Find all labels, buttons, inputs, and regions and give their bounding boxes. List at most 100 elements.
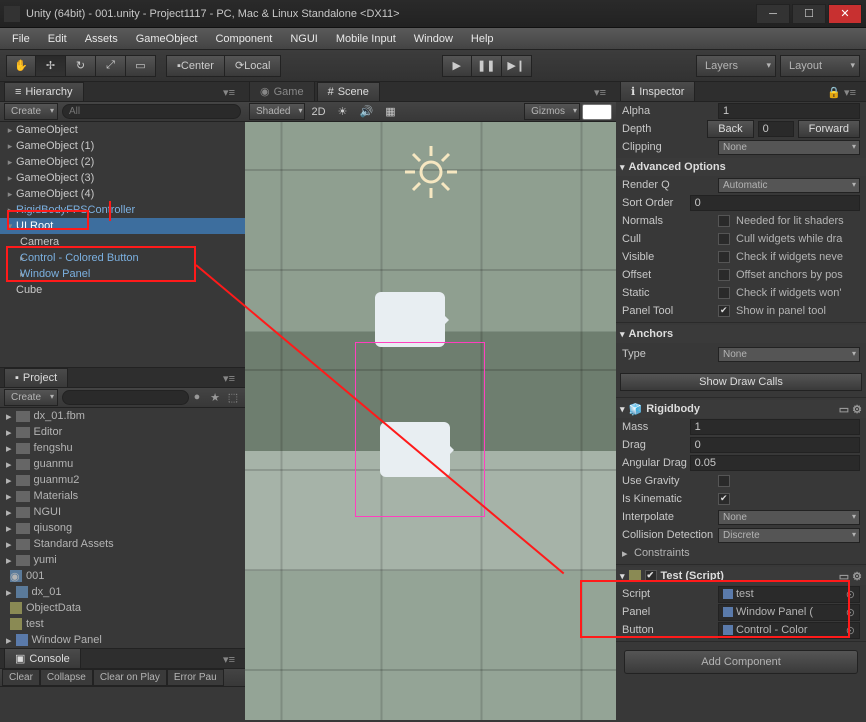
- offset-check[interactable]: [718, 269, 730, 281]
- tool-scale[interactable]: ⤢: [96, 55, 126, 77]
- project-item[interactable]: ▸guanmu: [0, 456, 245, 472]
- gear-icon[interactable]: ⚙: [852, 403, 862, 416]
- tool-move[interactable]: ✢: [36, 55, 66, 77]
- play-button[interactable]: ▶: [442, 55, 472, 77]
- scene-view[interactable]: [245, 122, 616, 720]
- hierarchy-create[interactable]: Create: [4, 103, 58, 120]
- console-collapse[interactable]: Collapse: [40, 669, 93, 686]
- hierarchy-item-winpanel[interactable]: ▸Window Panel: [0, 266, 245, 282]
- hierarchy-item-colbtn[interactable]: ▸Control - Colored Button: [0, 250, 245, 266]
- hierarchy-item[interactable]: ▸GameObject: [0, 122, 245, 138]
- maximize-button[interactable]: ☐: [792, 4, 826, 24]
- menu-window[interactable]: Window: [406, 30, 461, 48]
- layers-dropdown[interactable]: Layers: [696, 55, 776, 77]
- advanced-header[interactable]: ▾Advanced Options: [616, 158, 866, 176]
- hierarchy-item[interactable]: ▸GameObject (2): [0, 154, 245, 170]
- filter-icon[interactable]: ●: [189, 391, 205, 404]
- project-item[interactable]: ▸dx_01: [0, 584, 245, 600]
- hierarchy-item-uiroot[interactable]: ▾UI Root: [0, 218, 245, 234]
- visible-check[interactable]: [718, 251, 730, 263]
- sortorder-field[interactable]: [690, 195, 860, 211]
- help-icon[interactable]: ▭: [839, 403, 849, 416]
- light-icon[interactable]: ☀: [331, 105, 353, 118]
- hierarchy-tree[interactable]: ▸GameObject ▸GameObject (1) ▸GameObject …: [0, 122, 245, 367]
- coldet-dropdown[interactable]: Discrete: [718, 528, 860, 543]
- project-item[interactable]: test: [0, 616, 245, 632]
- pause-button[interactable]: ❚❚: [472, 55, 502, 77]
- menu-edit[interactable]: Edit: [40, 30, 75, 48]
- gear-icon[interactable]: ⚙: [852, 570, 862, 583]
- menu-component[interactable]: Component: [207, 30, 280, 48]
- help-icon[interactable]: ▭: [839, 570, 849, 583]
- audio-icon[interactable]: 🔊: [355, 105, 377, 118]
- menu-assets[interactable]: Assets: [77, 30, 126, 48]
- hierarchy-tab-menu[interactable]: ▾≡: [217, 84, 241, 101]
- drag-field[interactable]: [690, 437, 860, 453]
- project-item[interactable]: ▸fengshu: [0, 440, 245, 456]
- anchors-header[interactable]: ▾Anchors: [616, 325, 866, 343]
- hierarchy-item[interactable]: ▸GameObject (3): [0, 170, 245, 186]
- tool-hand[interactable]: ✋: [6, 55, 36, 77]
- script-enable[interactable]: [645, 570, 657, 582]
- tab-scene[interactable]: # Scene: [317, 82, 380, 101]
- project-list[interactable]: ▸dx_01.fbm ▸Editor ▸fengshu ▸guanmu ▸gua…: [0, 408, 245, 648]
- rigidbody-header[interactable]: ▾🧊 Rigidbody▭⚙: [616, 400, 866, 418]
- depth-back[interactable]: Back: [707, 120, 753, 138]
- interp-dropdown[interactable]: None: [718, 510, 860, 525]
- console-clear[interactable]: Clear: [2, 669, 40, 686]
- project-item[interactable]: ▸Window Panel: [0, 632, 245, 648]
- tab-project[interactable]: ▪ Project: [4, 368, 68, 387]
- usegrav-check[interactable]: [718, 475, 730, 487]
- draw-mode[interactable]: Shaded: [249, 103, 305, 120]
- iskin-check[interactable]: [718, 493, 730, 505]
- renderq-dropdown[interactable]: Automatic: [718, 178, 860, 193]
- anchortype-dropdown[interactable]: None: [718, 347, 860, 362]
- alpha-field[interactable]: [718, 103, 860, 119]
- hierarchy-item[interactable]: ▸RigidBodyFPSController: [0, 202, 245, 218]
- hierarchy-item[interactable]: ▸GameObject (4): [0, 186, 245, 202]
- project-tab-menu[interactable]: ▾≡: [217, 370, 241, 387]
- tool-rect[interactable]: ▭: [126, 55, 156, 77]
- hierarchy-item[interactable]: ▸GameObject (1): [0, 138, 245, 154]
- scene-tab-menu[interactable]: ▾≡: [588, 84, 612, 101]
- tab-console[interactable]: ▣ Console: [4, 648, 81, 668]
- project-search[interactable]: [62, 390, 189, 405]
- console-clearplay[interactable]: Clear on Play: [93, 669, 167, 686]
- fx-icon[interactable]: ▦: [379, 105, 401, 118]
- angdrag-field[interactable]: [690, 455, 860, 471]
- menu-gameobject[interactable]: GameObject: [128, 30, 206, 48]
- layout-dropdown[interactable]: Layout: [780, 55, 860, 77]
- project-item[interactable]: ▸Materials: [0, 488, 245, 504]
- project-item[interactable]: ▸guanmu2: [0, 472, 245, 488]
- project-item[interactable]: ▸qiusong: [0, 520, 245, 536]
- project-create[interactable]: Create: [4, 389, 58, 406]
- depth-forward[interactable]: Forward: [798, 120, 860, 138]
- project-item[interactable]: ◉001: [0, 568, 245, 584]
- menu-help[interactable]: Help: [463, 30, 502, 48]
- script-field[interactable]: test⊙: [718, 586, 860, 603]
- depth-field[interactable]: [758, 121, 794, 137]
- cull-check[interactable]: [718, 233, 730, 245]
- gizmos-dropdown[interactable]: Gizmos: [524, 103, 580, 120]
- add-component-button[interactable]: Add Component: [624, 650, 858, 674]
- button-field[interactable]: Control - Color⊙: [718, 622, 860, 639]
- fav-icon[interactable]: ★: [207, 391, 223, 404]
- minimize-button[interactable]: ─: [756, 4, 790, 24]
- project-item[interactable]: ▸yumi: [0, 552, 245, 568]
- project-item[interactable]: ▸Standard Assets: [0, 536, 245, 552]
- tool-rotate[interactable]: ↻: [66, 55, 96, 77]
- hierarchy-search[interactable]: [62, 104, 241, 119]
- project-item[interactable]: ▸dx_01.fbm: [0, 408, 245, 424]
- menu-mobileinput[interactable]: Mobile Input: [328, 30, 404, 48]
- panel-field[interactable]: Window Panel (⊙: [718, 604, 860, 621]
- mass-field[interactable]: [690, 419, 860, 435]
- project-item[interactable]: ▸Editor: [0, 424, 245, 440]
- project-item[interactable]: ▸NGUI: [0, 504, 245, 520]
- hierarchy-item[interactable]: Camera: [0, 234, 245, 250]
- testscript-header[interactable]: ▾ Test (Script)▭⚙: [616, 567, 866, 585]
- pivot-local[interactable]: ⟳ Local: [225, 55, 282, 77]
- close-button[interactable]: ✕: [828, 4, 862, 24]
- menu-file[interactable]: File: [4, 30, 38, 48]
- tab-game[interactable]: ◉ Game: [249, 81, 315, 101]
- mode-2d[interactable]: 2D: [307, 106, 329, 118]
